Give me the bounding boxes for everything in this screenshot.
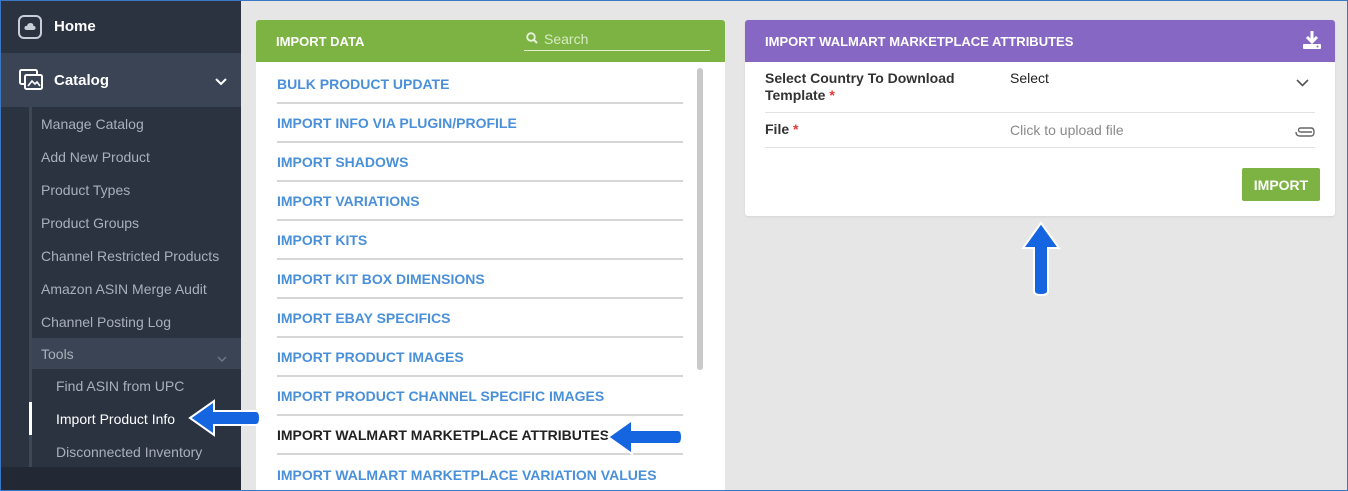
sidebar-item-catalog[interactable]: Catalog — [0, 53, 241, 107]
chevron-down-icon — [217, 349, 227, 365]
file-upload-field[interactable]: Click to upload file — [1010, 122, 1124, 138]
sidebar-item-add-new-product[interactable]: Add New Product — [0, 140, 241, 173]
file-upload-row: File * Click to upload file — [765, 113, 1315, 148]
file-label-text: File — [765, 121, 790, 137]
country-label-line2: Template — [765, 87, 826, 103]
sidebar-item-channel-posting-log[interactable]: Channel Posting Log — [0, 305, 241, 338]
walmart-attributes-panel: IMPORT WALMART MARKETPLACE ATTRIBUTES Se… — [745, 20, 1335, 216]
chevron-down-icon[interactable] — [1296, 74, 1309, 92]
sidebar-item-label: Home — [54, 18, 96, 35]
scrollbar[interactable] — [697, 68, 703, 370]
walmart-panel-header: IMPORT WALMART MARKETPLACE ATTRIBUTES — [745, 20, 1335, 62]
panel-title: IMPORT WALMART MARKETPLACE ATTRIBUTES — [765, 33, 1074, 49]
search-icon — [526, 31, 538, 47]
list-item[interactable]: IMPORT KITS — [277, 221, 683, 260]
list-item[interactable]: BULK PRODUCT UPDATE — [277, 65, 683, 104]
sidebar-item-label: Catalog — [54, 71, 110, 89]
chevron-down-icon — [215, 73, 227, 90]
paperclip-icon[interactable] — [1295, 124, 1315, 142]
list-item[interactable]: IMPORT VARIATIONS — [277, 182, 683, 221]
sidebar-item-tools[interactable]: Tools — [32, 338, 241, 369]
search-input[interactable] — [544, 31, 704, 47]
import-data-header: IMPORT DATA — [256, 20, 725, 62]
list-item[interactable]: IMPORT EBAY SPECIFICS — [277, 299, 683, 338]
sidebar-item-channel-restricted-products[interactable]: Channel Restricted Products — [0, 239, 241, 272]
list-item[interactable]: IMPORT PRODUCT IMAGES — [277, 338, 683, 377]
sidebar-item-amazon-asin-merge-audit[interactable]: Amazon ASIN Merge Audit — [0, 272, 241, 305]
search-box — [524, 28, 710, 51]
list-item[interactable]: IMPORT INFO VIA PLUGIN/PROFILE — [277, 104, 683, 143]
country-label-line1: Select Country To Download — [765, 70, 955, 86]
sidebar-item-product-types[interactable]: Product Types — [0, 173, 241, 206]
annotation-arrow-up-icon — [1021, 221, 1061, 297]
file-label: File * — [765, 121, 798, 138]
list-item[interactable]: IMPORT KIT BOX DIMENSIONS — [277, 260, 683, 299]
import-button[interactable]: IMPORT — [1242, 168, 1320, 201]
sidebar-item-product-groups[interactable]: Product Groups — [0, 206, 241, 239]
required-mark: * — [793, 121, 799, 137]
sidebar-item-next[interactable] — [0, 467, 241, 491]
sidebar-item-label: Tools — [41, 345, 74, 362]
country-select-label: Select Country To Download Template * — [765, 70, 955, 104]
sidebar-item-disconnected-inventory[interactable]: Disconnected Inventory — [0, 435, 241, 468]
panel-title: IMPORT DATA — [276, 33, 365, 49]
country-select[interactable]: Select — [1010, 70, 1049, 86]
sidebar-item-home[interactable]: Home — [0, 0, 241, 53]
cloud-icon — [18, 14, 42, 39]
list-item[interactable]: IMPORT PRODUCT CHANNEL SPECIFIC IMAGES — [277, 377, 683, 416]
country-select-row: Select Country To Download Template * Se… — [765, 62, 1315, 113]
list-item[interactable]: IMPORT WALMART MARKETPLACE VARIATION VAL… — [277, 455, 683, 491]
download-icon[interactable] — [1301, 29, 1323, 54]
annotation-arrow-left-icon — [188, 399, 262, 437]
required-mark: * — [829, 87, 835, 103]
catalog-icon — [18, 68, 44, 92]
annotation-arrow-left-icon — [606, 418, 684, 456]
list-item[interactable]: IMPORT SHADOWS — [277, 143, 683, 182]
sidebar-item-manage-catalog[interactable]: Manage Catalog — [0, 107, 241, 140]
